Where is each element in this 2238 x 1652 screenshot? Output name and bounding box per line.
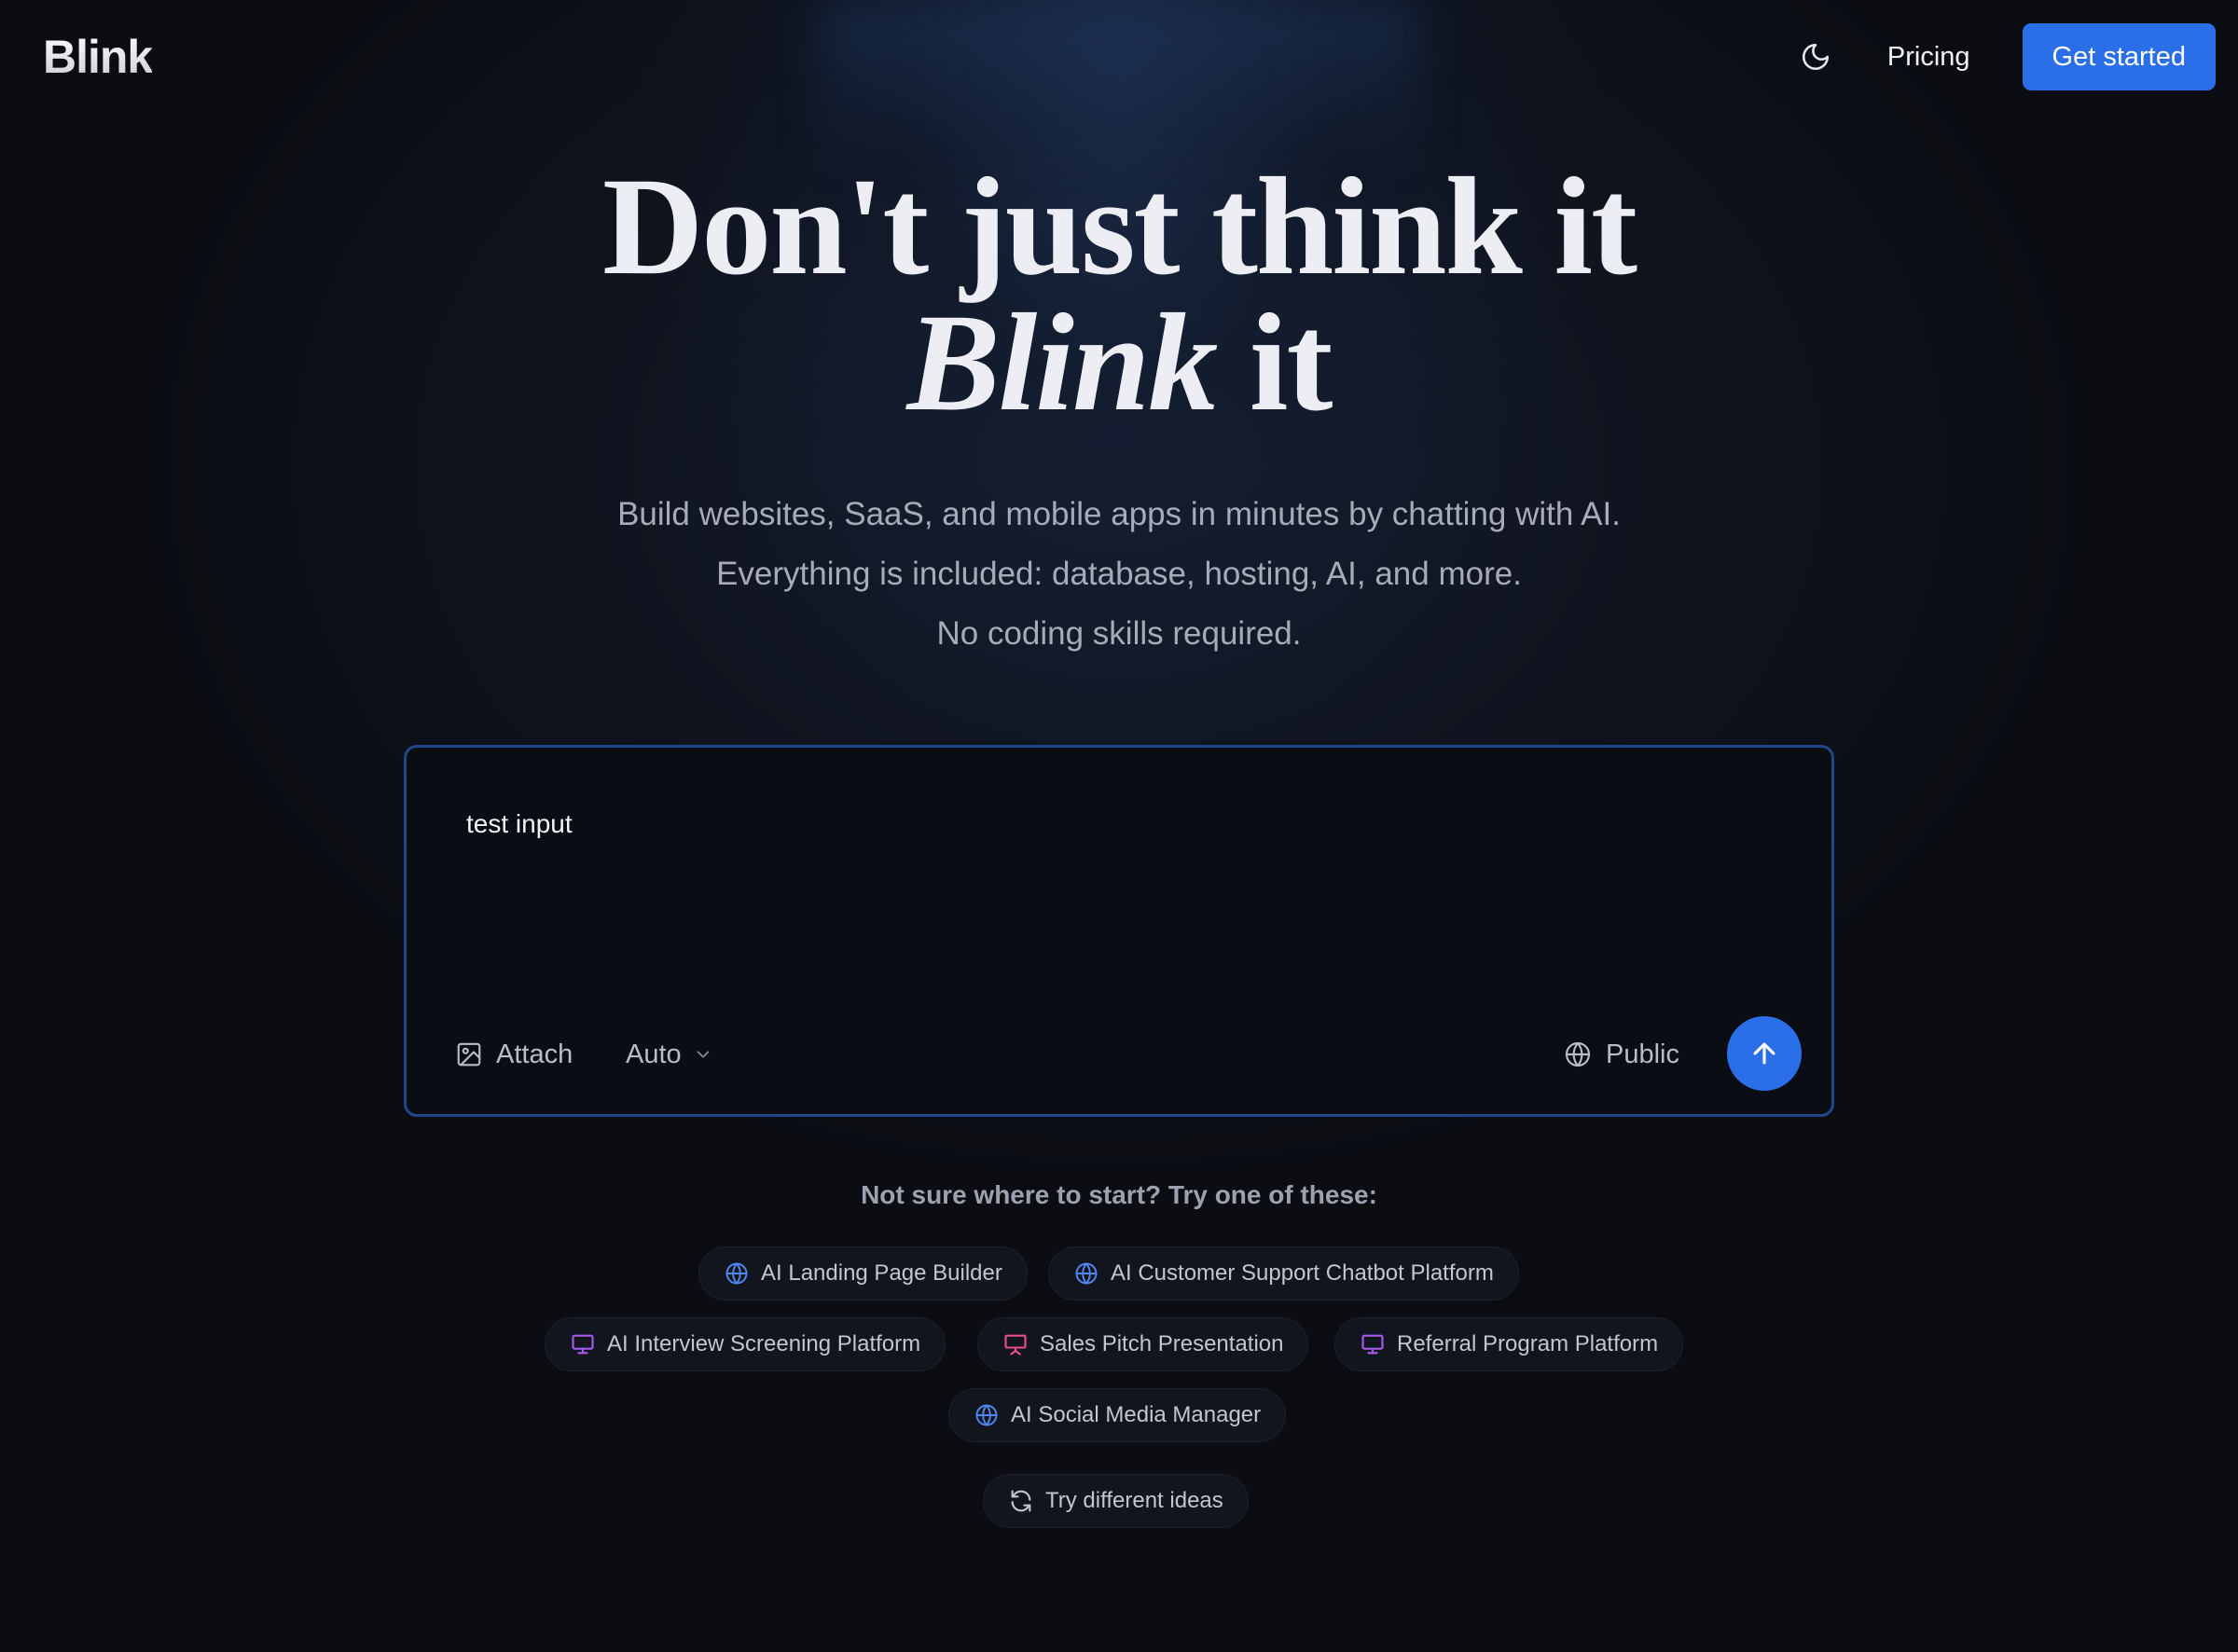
top-navbar: Blink Pricing Get started — [0, 0, 2238, 114]
globe-icon — [975, 1404, 998, 1426]
arrow-up-icon — [1753, 1042, 1775, 1065]
hero-subtitle-line: Everything is included: database, hostin… — [716, 556, 1522, 592]
hero-subtitle-line: Build websites, SaaS, and mobile apps in… — [617, 496, 1621, 532]
hero-title-brand: Blink — [906, 285, 1219, 440]
hero-title-line1: Don't just think it — [601, 149, 1637, 304]
monitor-icon — [1361, 1334, 1384, 1355]
prompt-input-box[interactable]: test input Attach Auto Public — [404, 745, 1834, 1117]
suggestion-chip[interactable]: Referral Program Platform — [1334, 1317, 1684, 1371]
model-select[interactable]: Auto — [626, 1034, 713, 1075]
suggestion-chip[interactable]: AI Customer Support Chatbot Platform — [1048, 1246, 1519, 1301]
try-different-ideas-label: Try different ideas — [1045, 1488, 1223, 1513]
hero-title-line2: Blink it — [0, 293, 2238, 433]
try-different-ideas-button[interactable]: Try different ideas — [983, 1474, 1249, 1528]
hero-subtitle: Build websites, SaaS, and mobile apps in… — [0, 485, 2238, 664]
pricing-link[interactable]: Pricing — [1887, 42, 1970, 73]
suggestion-chip[interactable]: AI Landing Page Builder — [698, 1246, 1028, 1301]
globe-icon — [1075, 1262, 1098, 1285]
suggestion-chip[interactable]: AI Social Media Manager — [948, 1388, 1287, 1442]
suggestion-label: AI Customer Support Chatbot Platform — [1111, 1260, 1494, 1286]
model-select-value: Auto — [626, 1039, 682, 1069]
presentation-icon — [1004, 1334, 1027, 1356]
suggestions-heading: Not sure where to start? Try one of thes… — [861, 1180, 1377, 1209]
image-icon — [457, 1042, 481, 1067]
attach-button[interactable]: Attach — [455, 1034, 573, 1075]
refresh-icon — [1011, 1490, 1031, 1512]
header-actions: Pricing Get started — [1783, 23, 2216, 90]
hero-subtitle-line: No coding skills required. — [936, 615, 1302, 652]
suggestion-chip[interactable]: AI Interview Screening Platform — [545, 1317, 946, 1371]
hero-title: Don't just think it Blink it — [0, 149, 2238, 433]
hero-title-suffix: it — [1216, 285, 1333, 440]
attach-label: Attach — [496, 1039, 573, 1069]
suggestion-label: Sales Pitch Presentation — [1040, 1331, 1284, 1356]
globe-icon — [1565, 1041, 1591, 1067]
suggestion-label: AI Landing Page Builder — [761, 1260, 1002, 1286]
suggestion-label: AI Interview Screening Platform — [607, 1331, 921, 1356]
send-button[interactable] — [1727, 1016, 1802, 1091]
moon-icon — [1802, 43, 1829, 71]
logo[interactable]: Blink — [43, 30, 153, 84]
visibility-label: Public — [1606, 1039, 1679, 1069]
suggestion-label: AI Social Media Manager — [1011, 1402, 1262, 1427]
prompt-textarea[interactable]: test input — [466, 809, 573, 839]
visibility-toggle[interactable]: Public — [1563, 1034, 1679, 1075]
globe-icon — [725, 1262, 748, 1285]
theme-toggle-button[interactable] — [1783, 24, 1848, 89]
prompt-toolbar: Attach Auto Public — [407, 993, 1831, 1114]
chevron-down-icon — [697, 1051, 709, 1058]
suggestion-chip[interactable]: Sales Pitch Presentation — [977, 1317, 1309, 1371]
get-started-button[interactable]: Get started — [2022, 23, 2216, 90]
monitor-icon — [572, 1334, 594, 1355]
suggestion-label: Referral Program Platform — [1397, 1331, 1659, 1356]
